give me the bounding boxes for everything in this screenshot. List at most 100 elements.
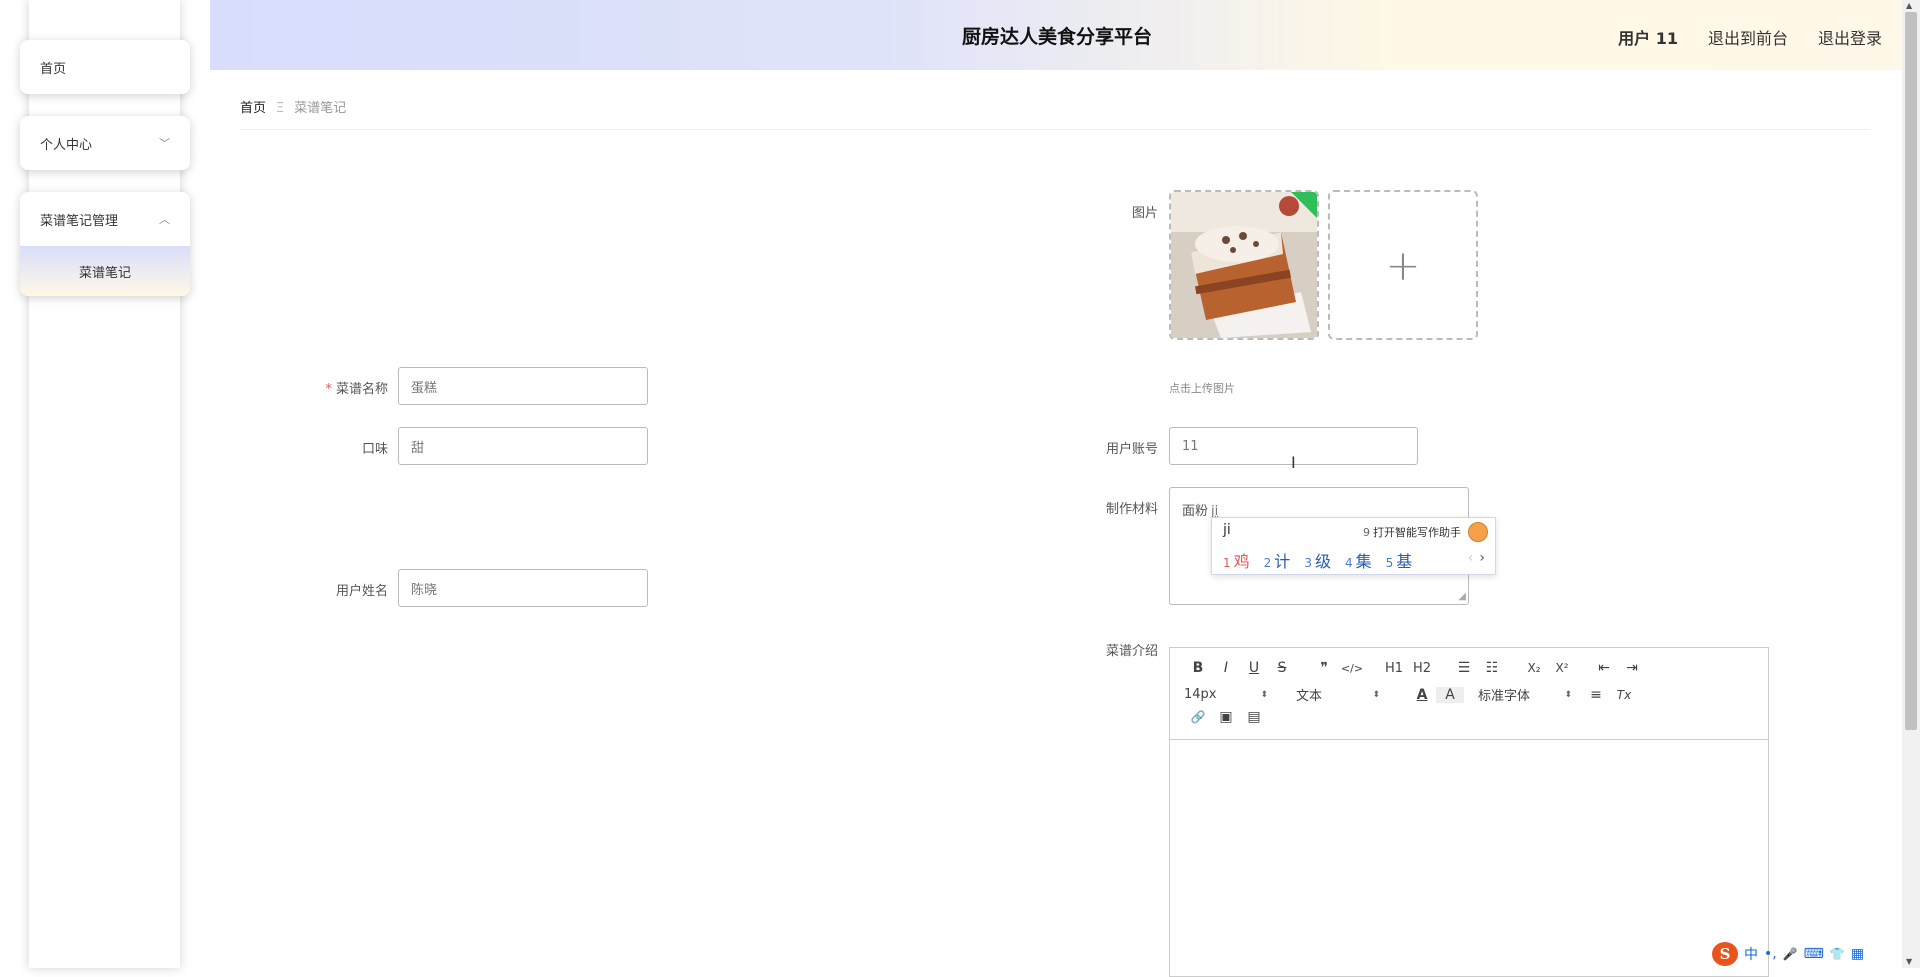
sogou-logo-icon[interactable]: S [1712, 942, 1738, 966]
ime-candidate[interactable]: 1鸡 [1223, 548, 1250, 572]
cake-image [1171, 192, 1317, 338]
uploaded-image-thumbnail[interactable] [1169, 190, 1319, 340]
recipe-name-label-text: 菜谱名称 [335, 382, 388, 397]
underline-button[interactable]: U [1240, 660, 1268, 676]
bold-button[interactable]: B [1184, 660, 1212, 676]
text-color-icon[interactable]: A [1408, 687, 1436, 703]
taste-label: 口味 [361, 442, 388, 457]
plus-icon: + [1385, 240, 1421, 290]
select-arrow-icon: ⬍ [1260, 689, 1268, 700]
select-arrow-icon: ⬍ [1372, 689, 1380, 700]
sidebar-item-label: 菜谱笔记管理 [40, 213, 119, 229]
ime-candidate[interactable]: 3级 [1304, 548, 1331, 572]
current-user[interactable]: 用户 11 [1618, 25, 1678, 49]
user-name-label: 用户姓名 [335, 584, 388, 599]
sidebar-group-recipe-mgmt: 菜谱笔记管理 ︿ 菜谱笔记 [20, 192, 190, 296]
sidebar-item-label: 菜谱笔记 [78, 265, 131, 281]
resize-handle-icon[interactable]: ◢ [1458, 591, 1466, 602]
scroll-down-icon[interactable]: ▼ [1906, 957, 1912, 966]
superscript-button[interactable]: X² [1548, 661, 1576, 675]
strike-button[interactable]: S [1268, 660, 1296, 676]
back-to-front-link[interactable]: 退出到前台 [1708, 25, 1788, 49]
image-label: 图片 [1131, 206, 1158, 221]
logout-link[interactable]: 退出登录 [1818, 25, 1882, 49]
image-icon[interactable]: ▣ [1212, 709, 1240, 725]
rich-text-editor: B I U S ❞ </> H1 H2 ☰ ☷ X₂ X² ⇤ ⇥ 14px ⬍ … [1169, 647, 1769, 977]
breadcrumb-home[interactable]: 首页 [240, 101, 266, 116]
chevron-down-icon: ﹀ [159, 137, 170, 150]
font-size-value: 14px [1184, 687, 1217, 702]
bullet-list-icon[interactable]: ☷ [1478, 660, 1506, 676]
link-icon[interactable]: 🔗 [1184, 710, 1212, 724]
sidebar-item-home[interactable]: 首页 [20, 40, 190, 94]
recipe-name-label: * 菜谱名称 [300, 378, 388, 397]
heading1-button[interactable]: H1 [1380, 661, 1408, 676]
ime-pager: ‹ › [1468, 550, 1485, 566]
vertical-scrollbar[interactable]: ▲ ▼ [1902, 0, 1920, 968]
ordered-list-icon[interactable]: ☰ [1450, 660, 1478, 676]
apps-grid-icon[interactable]: ▦ [1851, 946, 1864, 962]
sidebar-item-personal-center[interactable]: 个人中心 ﹀ [20, 116, 190, 170]
intro-label: 菜谱介绍 [1105, 644, 1158, 659]
outdent-icon[interactable]: ⇤ [1590, 660, 1618, 676]
sidebar-item-label: 首页 [40, 61, 67, 77]
upload-hint: 点击上传图片 [1169, 382, 1235, 395]
scrollbar-thumb[interactable] [1905, 12, 1917, 730]
scroll-up-icon[interactable]: ▲ [1906, 1, 1912, 10]
text-cursor-icon: I [1291, 453, 1296, 472]
font-size-select[interactable]: 14px ⬍ [1184, 687, 1268, 702]
top-header: 厨房达人美食分享平台 用户 11 退出到前台 退出登录 [210, 0, 1902, 70]
ime-candidate[interactable]: 5基 [1386, 548, 1413, 572]
image-upload-button[interactable]: + [1328, 190, 1478, 340]
ime-prev-icon[interactable]: ‹ [1468, 550, 1474, 566]
user-name-input[interactable]: 陈晓 [398, 569, 648, 607]
account-label: 用户账号 [1105, 442, 1158, 457]
font-family-select[interactable]: 标准字体 ⬍ [1478, 685, 1572, 704]
heading2-button[interactable]: H2 [1408, 661, 1436, 676]
editor-toolbar: B I U S ❞ </> H1 H2 ☰ ☷ X₂ X² ⇤ ⇥ 14px ⬍ … [1170, 648, 1768, 740]
sidebar-item-label: 个人中心 [40, 137, 93, 153]
subscript-button[interactable]: X₂ [1520, 661, 1548, 675]
breadcrumb: 首页 Ξ 菜谱笔记 [240, 97, 1870, 130]
sidebar-item-recipe-mgmt[interactable]: 菜谱笔记管理 ︿ [20, 192, 190, 246]
site-title: 厨房达人美食分享平台 [962, 26, 1153, 48]
assistant-icon[interactable] [1468, 522, 1488, 542]
materials-label: 制作材料 [1105, 502, 1158, 517]
code-block-icon[interactable]: </> [1338, 662, 1366, 675]
ime-assistant-text: 打开智能写作助手 [1373, 526, 1461, 539]
materials-text: 面粉 [1182, 504, 1209, 519]
editor-content-area[interactable] [1170, 740, 1768, 975]
ime-assistant-option[interactable]: 9 打开智能写作助手 [1363, 524, 1461, 540]
video-icon[interactable]: ▤ [1240, 709, 1268, 725]
ime-status-bar: S 中 •, 🎤 ⌨ 👕 ▦ [1712, 942, 1864, 966]
ime-assistant-num: 9 [1363, 526, 1370, 539]
ime-candidates: 1鸡 2计 3级 4集 5基 [1223, 548, 1412, 572]
required-mark: * [325, 382, 332, 397]
microphone-icon[interactable]: 🎤 [1783, 947, 1798, 961]
select-arrow-icon: ⬍ [1564, 689, 1572, 700]
clear-format-icon[interactable]: Tx [1610, 688, 1638, 702]
ime-candidate[interactable]: 4集 [1345, 548, 1372, 572]
breadcrumb-current: 菜谱笔记 [294, 101, 347, 116]
align-icon[interactable]: ≡ [1582, 687, 1610, 703]
quote-icon[interactable]: ❞ [1310, 660, 1338, 676]
italic-button[interactable]: I [1212, 660, 1240, 676]
chevron-up-icon: ︿ [159, 213, 170, 226]
background-color-icon[interactable]: A [1436, 686, 1464, 703]
recipe-name-input[interactable]: 蛋糕 [398, 367, 648, 405]
ime-pinyin: ji [1223, 522, 1231, 538]
format-select[interactable]: 文本 ⬍ [1296, 685, 1380, 704]
ime-candidate-popup: ji 9 打开智能写作助手 1鸡 2计 3级 4集 5基 ‹ › [1211, 517, 1496, 575]
ime-punctuation-toggle[interactable]: •, [1764, 946, 1777, 962]
breadcrumb-separator-icon: Ξ [276, 101, 285, 116]
ime-next-icon[interactable]: › [1479, 550, 1485, 566]
sidebar-item-recipe-notes[interactable]: 菜谱笔记 [20, 246, 190, 296]
indent-icon[interactable]: ⇥ [1618, 660, 1646, 676]
ime-language-toggle[interactable]: 中 [1744, 944, 1758, 964]
skin-icon[interactable]: 👕 [1830, 947, 1845, 961]
header-links: 用户 11 退出到前台 退出登录 [1618, 25, 1882, 49]
font-family-value: 标准字体 [1478, 689, 1531, 704]
ime-candidate[interactable]: 2计 [1264, 548, 1291, 572]
keyboard-icon[interactable]: ⌨ [1804, 946, 1824, 962]
taste-input[interactable]: 甜 [398, 427, 648, 465]
